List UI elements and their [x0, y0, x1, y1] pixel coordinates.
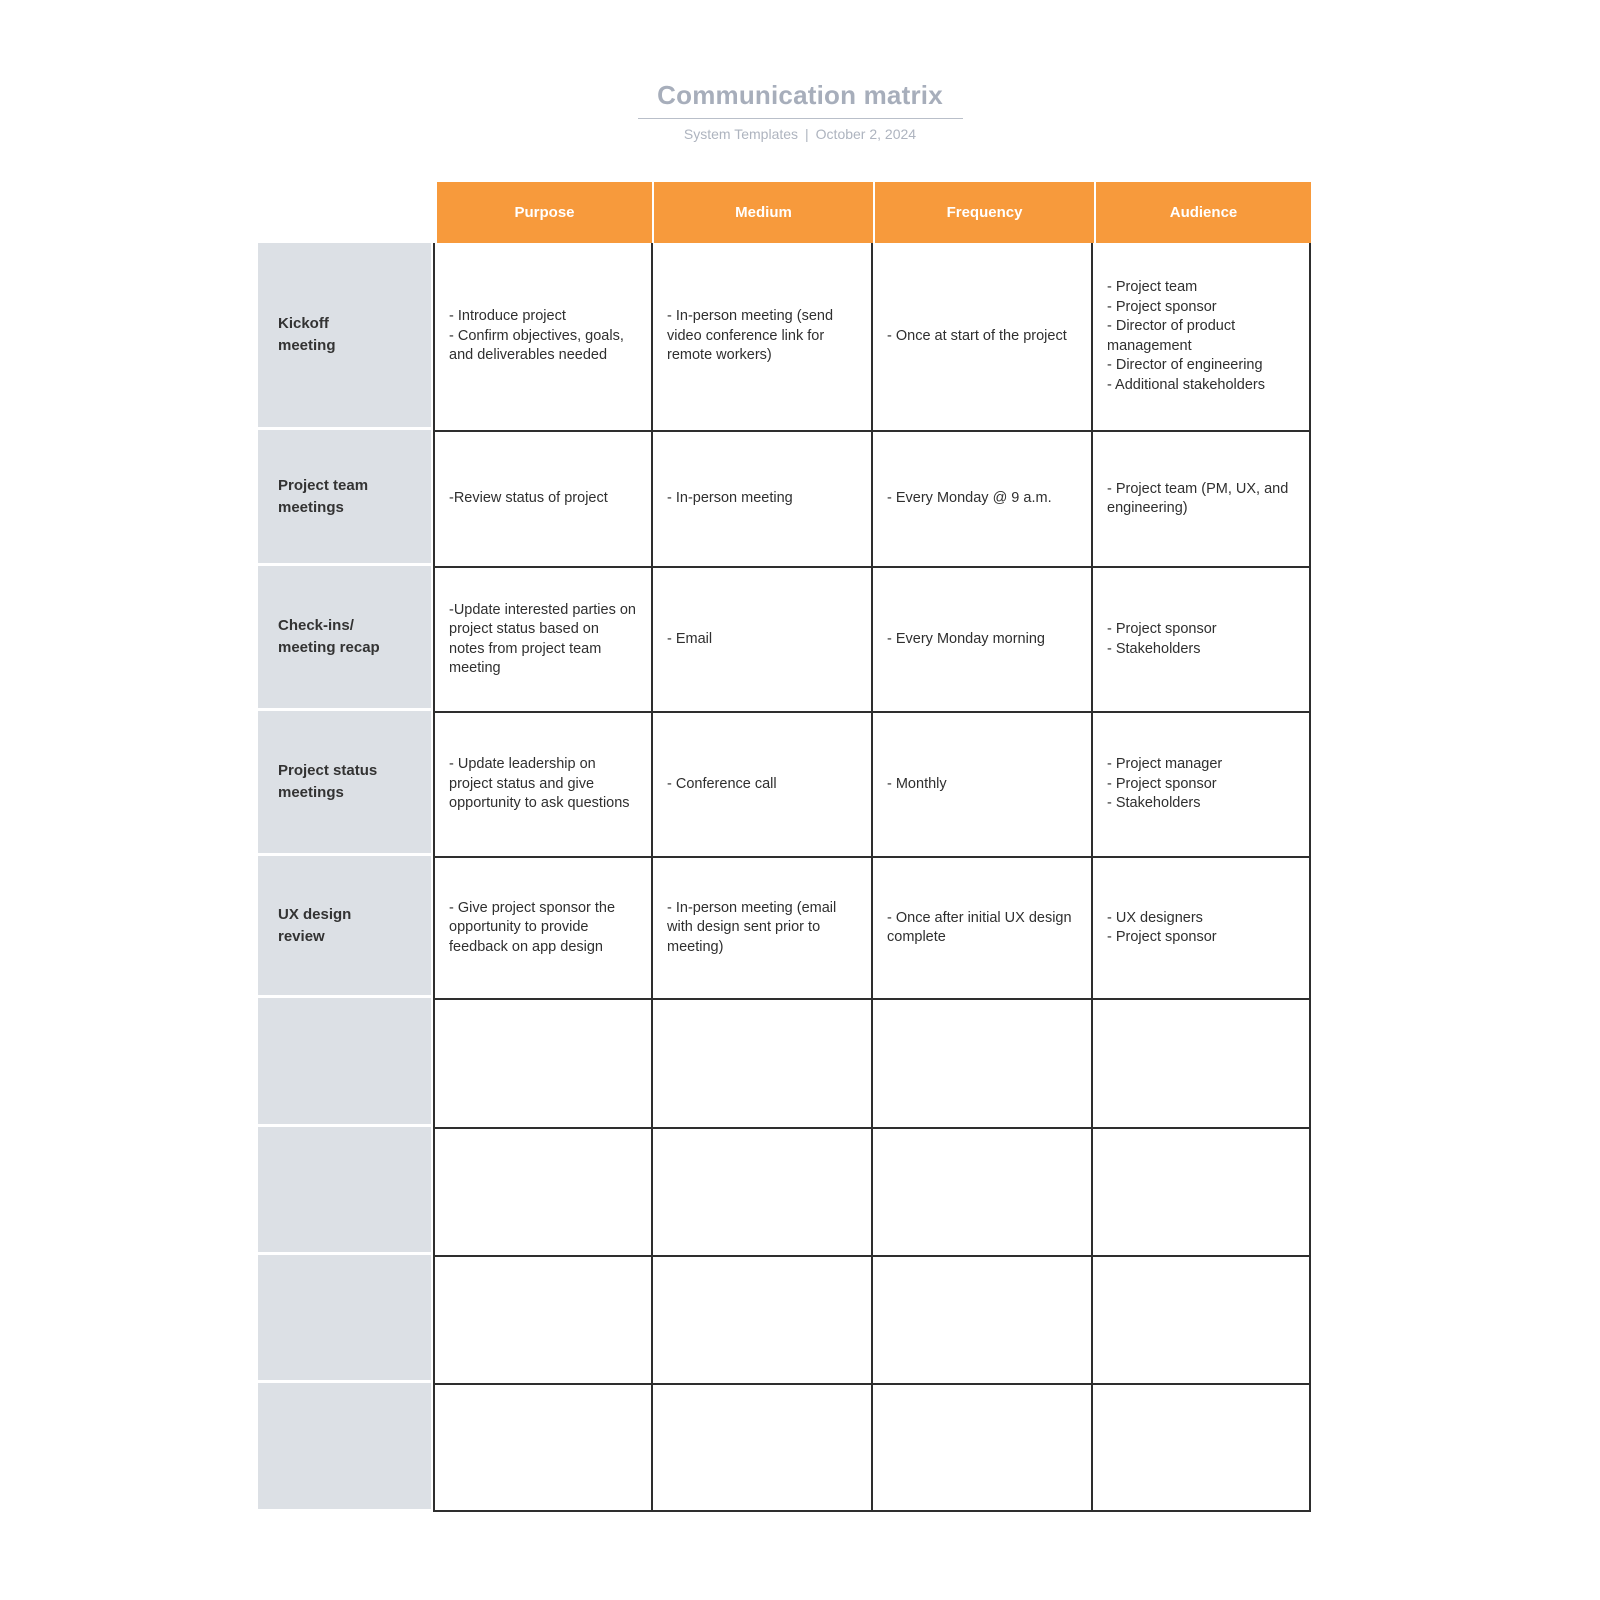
cell-audience[interactable]: [1093, 1129, 1311, 1255]
row-cells: -Review status of project - In-person mee…: [433, 430, 1311, 566]
row-cells: - Update leadership on project status an…: [433, 711, 1311, 856]
cell-medium[interactable]: [653, 1257, 873, 1383]
table-header-row: Purpose Medium Frequency Audience: [437, 182, 1311, 243]
document-source: System Templates: [683, 126, 799, 142]
cell-audience[interactable]: [1093, 1257, 1311, 1383]
page-root: Communication matrix System Templates | Oc…: [0, 0, 1600, 1600]
document-header: Communication matrix System Templates | Oc…: [600, 78, 1000, 142]
row-cells: -Update interested parties on project st…: [433, 566, 1311, 711]
cell-purpose[interactable]: [435, 1129, 653, 1255]
table-row: Project team meetings -Review status of p…: [258, 430, 1311, 566]
table-body: Kickoff meeting - Introduce project - Con…: [258, 243, 1311, 1512]
row-label-cell[interactable]: Project status meetings: [258, 711, 431, 853]
row-cells: - Give project sponsor the opportunity t…: [433, 856, 1311, 998]
row-label-cell[interactable]: Kickoff meeting: [258, 243, 431, 427]
cell-frequency[interactable]: - Every Monday morning: [873, 568, 1093, 711]
cell-audience[interactable]: - Project manager - Project sponsor - St…: [1093, 713, 1311, 856]
table-row: [258, 998, 1311, 1127]
cell-medium[interactable]: - Conference call: [653, 713, 873, 856]
cell-purpose[interactable]: - Introduce project - Confirm objectives…: [435, 243, 653, 430]
cell-medium[interactable]: - Email: [653, 568, 873, 711]
column-header-audience: Audience: [1095, 182, 1311, 243]
table-row: [258, 1383, 1311, 1512]
row-label-cell[interactable]: [258, 1255, 431, 1380]
row-label-cell[interactable]: Project team meetings: [258, 430, 431, 563]
cell-audience[interactable]: - Project team - Project sponsor - Direc…: [1093, 243, 1311, 430]
cell-audience[interactable]: - Project team (PM, UX, and engineering): [1093, 432, 1311, 566]
cell-medium[interactable]: - In-person meeting: [653, 432, 873, 566]
table-row: UX design review - Give project sponsor t…: [258, 856, 1311, 998]
table-row: Kickoff meeting - Introduce project - Con…: [258, 243, 1311, 430]
table-row: [258, 1127, 1311, 1255]
row-cells: [433, 1255, 1311, 1383]
column-header-frequency: Frequency: [875, 182, 1094, 243]
cell-frequency[interactable]: [873, 1385, 1093, 1510]
cell-purpose[interactable]: [435, 1385, 653, 1510]
column-header-purpose: Purpose: [437, 182, 653, 243]
row-label-cell[interactable]: Check-ins/ meeting recap: [258, 566, 431, 708]
cell-purpose[interactable]: -Update interested parties on project st…: [435, 568, 653, 711]
row-cells: - Introduce project - Confirm objectives…: [433, 243, 1311, 430]
cell-frequency[interactable]: - Every Monday @ 9 a.m.: [873, 432, 1093, 566]
document-subtitle: System Templates | October 2, 2024: [600, 126, 1000, 142]
cell-audience[interactable]: [1093, 1000, 1311, 1127]
cell-audience[interactable]: [1093, 1385, 1311, 1510]
table-row: Check-ins/ meeting recap -Update interest…: [258, 566, 1311, 711]
cell-frequency[interactable]: - Monthly: [873, 713, 1093, 856]
cell-medium[interactable]: - In-person meeting (email with design s…: [653, 858, 873, 998]
communication-matrix-table: Purpose Medium Frequency Audience Kickof…: [258, 182, 1311, 1512]
row-cells: [433, 1383, 1311, 1512]
row-label-cell[interactable]: [258, 998, 431, 1124]
row-label-cell[interactable]: [258, 1383, 431, 1509]
cell-frequency[interactable]: [873, 1257, 1093, 1383]
title-divider: [637, 118, 963, 119]
column-header-medium: Medium: [654, 182, 873, 243]
row-cells: [433, 998, 1311, 1127]
cell-purpose[interactable]: [435, 1257, 653, 1383]
page-title: Communication matrix: [657, 80, 943, 110]
row-cells: [433, 1127, 1311, 1255]
cell-medium[interactable]: [653, 1000, 873, 1127]
document-date: October 2, 2024: [815, 126, 917, 142]
cell-audience[interactable]: - UX designers - Project sponsor: [1093, 858, 1311, 998]
cell-audience[interactable]: - Project sponsor - Stakeholders: [1093, 568, 1311, 711]
cell-frequency[interactable]: [873, 1000, 1093, 1127]
cell-medium[interactable]: [653, 1129, 873, 1255]
cell-frequency[interactable]: - Once after initial UX design complete: [873, 858, 1093, 998]
cell-purpose[interactable]: [435, 1000, 653, 1127]
row-label-cell[interactable]: [258, 1127, 431, 1252]
subtitle-separator: |: [805, 126, 809, 142]
cell-purpose[interactable]: - Update leadership on project status an…: [435, 713, 653, 856]
table-row: Project status meetings - Update leadersh…: [258, 711, 1311, 856]
cell-frequency[interactable]: - Once at start of the project: [873, 243, 1093, 430]
cell-medium[interactable]: - In-person meeting (send video conferen…: [653, 243, 873, 430]
cell-purpose[interactable]: -Review status of project: [435, 432, 653, 566]
cell-medium[interactable]: [653, 1385, 873, 1510]
row-label-cell[interactable]: UX design review: [258, 856, 431, 995]
cell-purpose[interactable]: - Give project sponsor the opportunity t…: [435, 858, 653, 998]
cell-frequency[interactable]: [873, 1129, 1093, 1255]
table-row: [258, 1255, 1311, 1383]
